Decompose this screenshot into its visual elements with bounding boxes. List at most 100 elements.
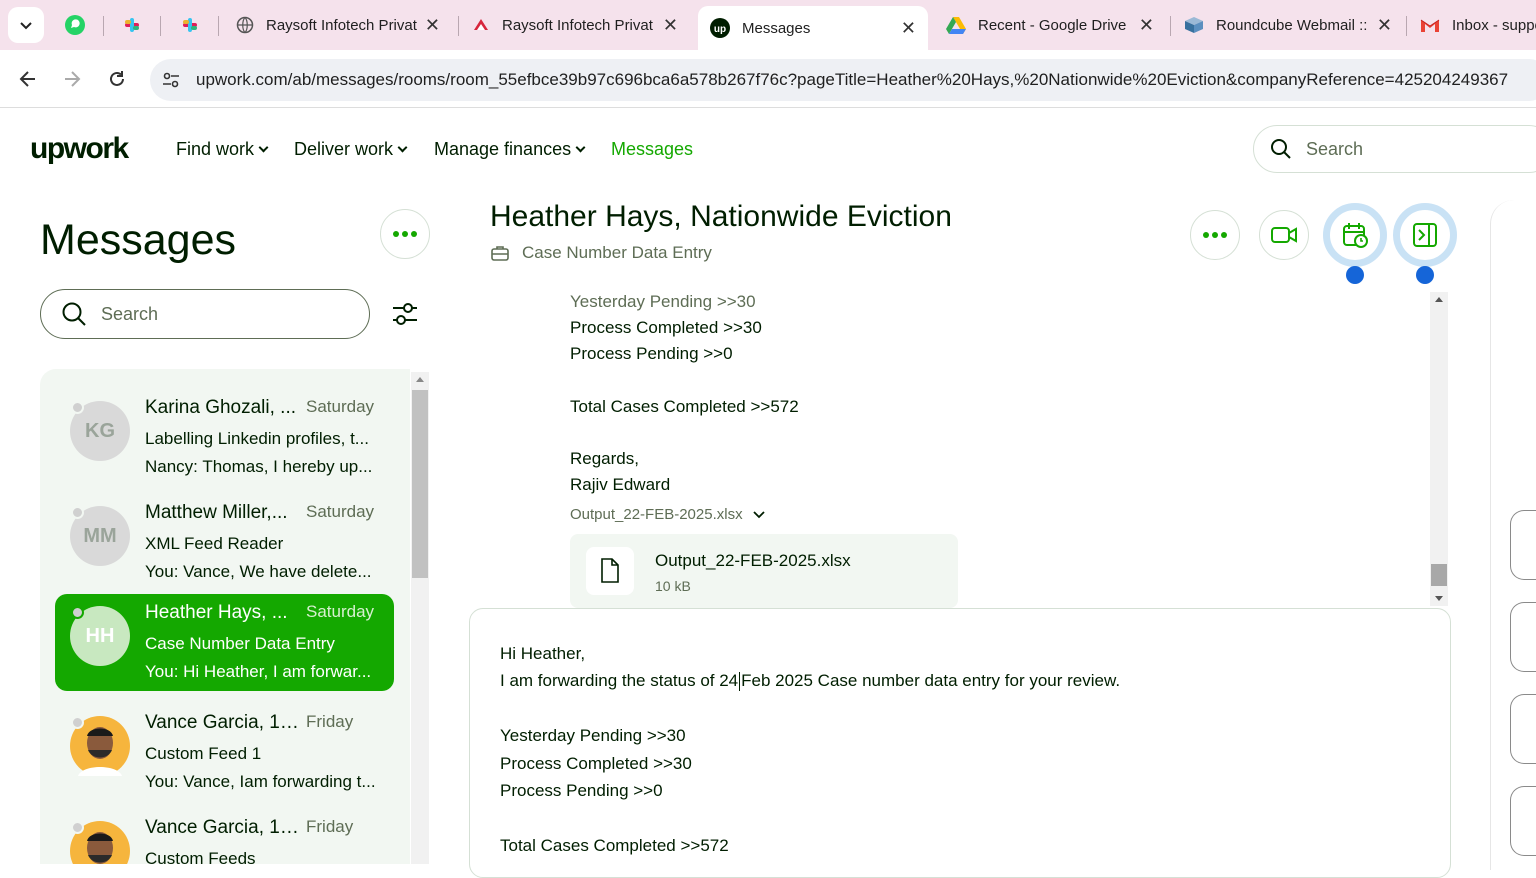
briefcase-icon [491,246,509,261]
browser-tab-messages[interactable]: up Messages ✕ [698,6,928,50]
message-composer[interactable]: Hi Heather, I am forwarding the status o… [469,608,1451,878]
search-icon [62,302,86,326]
scroll-up-arrow[interactable] [416,377,424,382]
tab-separator [103,16,104,36]
gmail-icon [1420,19,1440,32]
browser-tab-raysoft-1[interactable]: Raysoft Infotech Privat ✕ [224,8,452,42]
reload-button[interactable] [106,68,128,90]
conversation-name: Matthew Miller,... [145,502,288,523]
more-dots-icon [393,231,417,237]
whatsapp-pinned-tab[interactable] [60,10,90,40]
upwork-logo[interactable]: upwork [30,132,129,166]
browser-tab-gmail[interactable]: Inbox - suppo [1408,8,1536,42]
conversation-date: Saturday [306,602,375,621]
details-panel-button[interactable] [1510,694,1536,764]
chevron-down-icon [575,142,586,153]
schedule-meeting-button[interactable] [1323,203,1387,267]
panel-expand-icon [1413,223,1437,247]
chat-more-button[interactable] [1190,210,1240,260]
google-drive-icon [946,17,966,34]
back-button[interactable] [17,68,39,90]
close-tab-icon[interactable]: ✕ [1377,15,1392,36]
message-line: Yesterday Pending >>30 [570,292,756,311]
upwork-favicon-icon: up [710,18,730,38]
globe-icon [236,16,254,34]
tab-title: Raysoft Infotech Privat [502,16,653,34]
file-attachment-card[interactable]: Output_22-FEB-2025.xlsx 10 kB [570,534,958,608]
browser-tab-roundcube[interactable]: Roundcube Webmail :: ✕ [1172,8,1404,42]
global-search-input[interactable]: Search [1253,125,1536,173]
conversation-item[interactable]: KG Karina Ghozali, ... Saturday Labellin… [55,389,394,486]
slack-pinned-tab-2[interactable] [175,10,205,40]
conversation-preview: You: Hi Heather, I am forwar... [145,662,372,681]
details-panel-button[interactable] [1510,602,1536,672]
messages-search-input[interactable]: Search [40,289,370,339]
logo-up: up [30,132,65,165]
nav-deliver-work-label: Deliver work [294,139,394,159]
reload-icon [110,71,124,86]
raysoft-favicon-icon [474,19,488,30]
conversation-item[interactable]: MM Matthew Miller,... Saturday XML Feed … [55,494,394,591]
message-line: Regards, [570,449,639,468]
attachment-toggle-label: Output_22-FEB-2025.xlsx [570,506,743,523]
chevron-down-icon [752,510,765,518]
browser-tab-raysoft-2[interactable]: Raysoft Infotech Privat ✕ [460,8,690,42]
chevron-down-icon [20,22,32,30]
tab-search-button[interactable] [8,7,44,43]
chat-subtitle[interactable]: Case Number Data Entry [490,243,712,263]
scroll-down-arrow[interactable] [1435,596,1443,601]
details-panel-button[interactable] [1510,786,1536,856]
slack-pinned-tab[interactable] [117,10,147,40]
attachment-toggle[interactable]: Output_22-FEB-2025.xlsx [570,506,765,523]
site-settings-icon[interactable] [161,70,181,90]
close-tab-icon[interactable]: ✕ [1139,15,1154,36]
nav-find-work[interactable]: Find work [176,139,269,160]
close-tab-icon[interactable]: ✕ [425,15,440,36]
arrow-left-icon [19,71,35,87]
nav-manage-finances[interactable]: Manage finances [434,139,586,160]
composer-line: Process Pending >>0 [500,781,663,800]
filter-sliders-icon[interactable] [390,299,420,329]
thread-scrollbar[interactable] [1430,292,1448,606]
conversation-item[interactable]: Vance Garcia, 12T... Friday Custom Feed … [55,704,394,801]
details-panel-button[interactable] [1510,510,1536,580]
conversation-item-active[interactable]: HH Heather Hays, ... Saturday Case Numbe… [55,594,394,691]
forward-button[interactable] [61,68,83,90]
scrollbar-thumb[interactable] [1431,564,1447,586]
scroll-up-arrow[interactable] [1435,297,1443,302]
toggle-details-panel-button[interactable] [1393,203,1457,267]
message-line: Total Cases Completed >>572 [570,397,799,416]
tab-separator [458,16,459,36]
conversation-date: Saturday [306,502,375,521]
presence-dot [71,821,84,834]
chevron-down-icon [397,142,408,153]
messages-search-placeholder: Search [101,303,159,324]
file-name: Output_22-FEB-2025.xlsx [655,551,851,570]
close-tab-icon[interactable]: ✕ [663,15,678,36]
conversation-name: Karina Ghozali, ... [145,397,297,418]
nav-deliver-work[interactable]: Deliver work [294,139,408,160]
video-call-button[interactable] [1259,210,1309,260]
scrollbar-thumb[interactable] [412,390,428,578]
composer-line-with-caret: I am forwarding the status of 24 Feb 2025… [500,671,1121,692]
conversation-subject: Custom Feeds [145,849,256,864]
search-icon [1271,139,1291,159]
conversation-list: KG Karina Ghozali, ... Saturday Labellin… [40,369,410,864]
tab-title: Raysoft Infotech Privat [266,16,417,34]
nav-messages[interactable]: Messages [611,139,693,160]
conversation-subject: Custom Feed 1 [145,744,262,763]
messages-more-button[interactable] [380,209,430,259]
nav-messages-label: Messages [611,139,694,159]
notification-dot [1346,266,1364,284]
browser-tab-google-drive[interactable]: Recent - Google Drive ✕ [934,8,1166,42]
url-field[interactable]: upwork.com/ab/messages/rooms/room_55efbc… [150,59,1536,101]
text-caret [739,672,741,692]
composer-text-after-caret: Feb 2025 Case number data entry for your… [741,671,1121,690]
conversation-name: Vance Garcia, 12T... [145,712,300,733]
composer-line: Hi Heather, [500,644,586,663]
conversation-list-scrollbar[interactable] [411,372,429,864]
close-tab-icon[interactable]: ✕ [901,18,916,39]
conversation-subject: XML Feed Reader [145,534,284,553]
conversation-item[interactable]: Vance Garcia, 12T... Friday Custom Feeds [55,809,394,864]
message-line: Process Pending >>0 [570,344,733,363]
